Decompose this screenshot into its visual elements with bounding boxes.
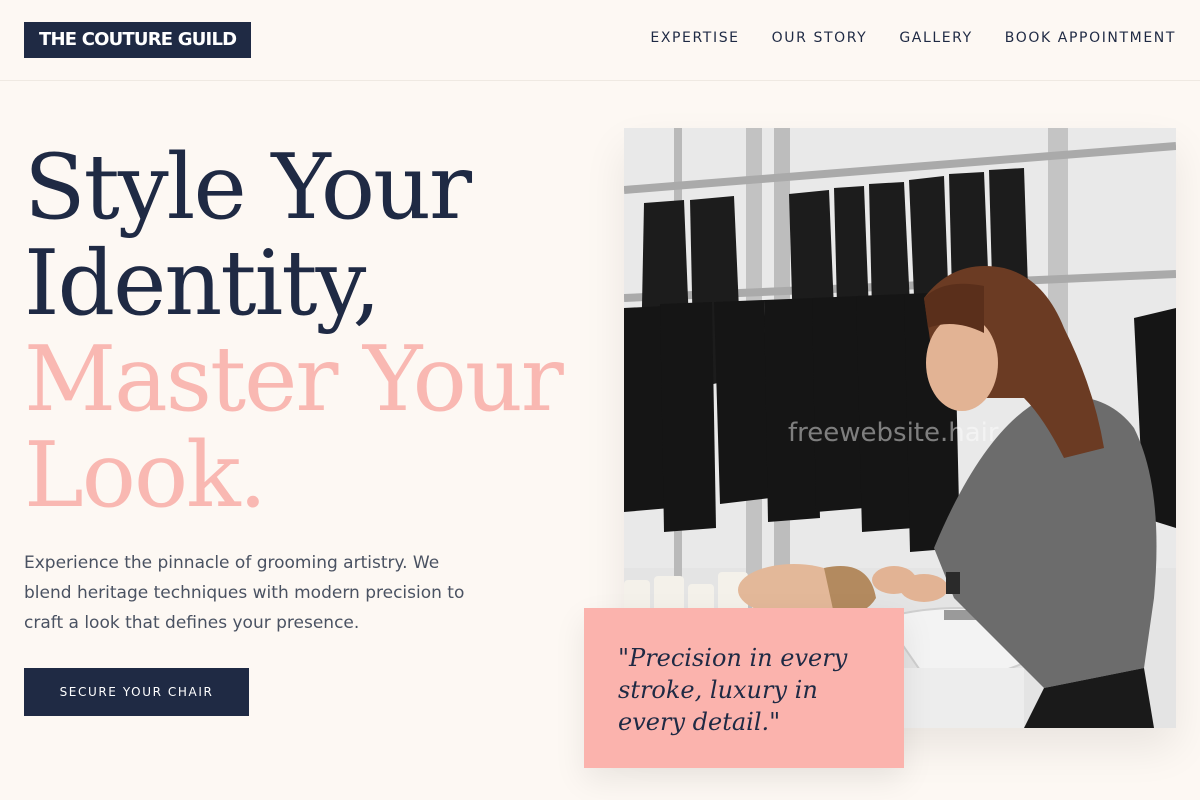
photo-watermark: freewebsite.hair bbox=[788, 418, 999, 448]
main-nav: EXPERTISE OUR STORY GALLERY BOOK APPOINT… bbox=[650, 30, 1176, 46]
hero-lead-paragraph: Experience the pinnacle of grooming arti… bbox=[24, 553, 465, 633]
headline-line-3: Master Your bbox=[24, 327, 564, 432]
nav-link-gallery[interactable]: GALLERY bbox=[899, 30, 972, 46]
site-header: THE COUTURE GUILD EXPERTISE OUR STORY GA… bbox=[0, 0, 1200, 81]
headline-line-4: Look. bbox=[24, 423, 267, 528]
headline-line-2: Identity, bbox=[24, 231, 381, 336]
nav-link-our-story[interactable]: OUR STORY bbox=[772, 30, 868, 46]
hero-headline: Style Your Identity, Master Your Look. bbox=[24, 140, 584, 524]
quote-card: "Precision in every stroke, luxury in ev… bbox=[584, 608, 904, 768]
secure-your-chair-button[interactable]: SECURE YOUR CHAIR bbox=[24, 668, 249, 716]
headline-line-1: Style Your bbox=[24, 135, 472, 240]
brand-logo[interactable]: THE COUTURE GUILD bbox=[24, 22, 252, 58]
nav-link-expertise[interactable]: EXPERTISE bbox=[650, 30, 739, 46]
nav-link-book-appointment[interactable]: BOOK APPOINTMENT bbox=[1005, 30, 1176, 46]
